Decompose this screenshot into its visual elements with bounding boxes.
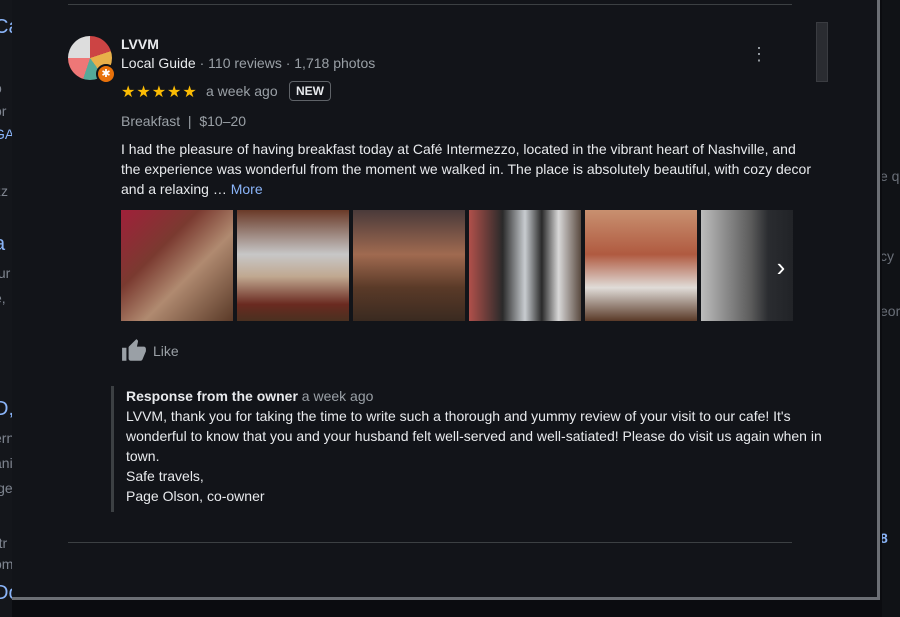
background-page-right: e q cy eor 8	[882, 0, 900, 617]
background-page-left: Ca o or GA zz a tur e, › D, ern ani ige …	[0, 0, 12, 617]
bg-fragment: tur	[0, 265, 11, 281]
author-name[interactable]: LVVM	[121, 36, 159, 52]
photo-carousel	[121, 210, 793, 321]
bg-fragment: or	[0, 103, 7, 119]
bg-fragment: ern	[0, 430, 12, 446]
scrollbar[interactable]	[816, 22, 828, 82]
response-time: a week ago	[297, 388, 374, 404]
author-stats: · 110 reviews · 1,718 photos	[195, 55, 376, 71]
more-options-icon[interactable]: ⋮	[750, 44, 768, 64]
review-photo[interactable]	[469, 210, 581, 321]
local-guide-badge-icon: ✱	[96, 64, 116, 84]
like-button[interactable]: Like	[121, 338, 179, 364]
bg-fragment: cy	[882, 248, 894, 264]
response-text: LVVM, thank you for taking the time to w…	[126, 408, 822, 504]
bg-fragment: eor	[882, 303, 900, 319]
divider	[68, 542, 792, 543]
like-label: Like	[153, 343, 179, 359]
bg-fragment: zz	[0, 183, 8, 199]
review-text: I had the pleasure of having breakfast t…	[121, 139, 811, 199]
review-body: I had the pleasure of having breakfast t…	[121, 141, 811, 197]
review-photo[interactable]	[585, 210, 697, 321]
bg-fragment: e,	[0, 290, 6, 306]
divider	[68, 4, 792, 5]
owner-response: Response from the owner a week ago LVVM,…	[111, 386, 826, 512]
review-time: a week ago	[206, 83, 278, 99]
bg-fragment: Ca	[0, 16, 12, 38]
bg-fragment: om	[0, 556, 12, 572]
author-meta: Local Guide · 110 reviews · 1,718 photos	[121, 55, 375, 71]
bg-fragment: GA	[0, 126, 12, 142]
bg-fragment: e q	[882, 168, 900, 184]
chevron-right-icon[interactable]: ›	[768, 250, 794, 284]
bg-fragment: Do	[0, 582, 12, 604]
bg-fragment: ani	[0, 455, 12, 471]
review-attributes: Breakfast | $10–20	[121, 113, 247, 129]
bg-fragment: a	[0, 233, 5, 256]
thumbs-up-icon	[122, 339, 146, 361]
review-photo[interactable]	[121, 210, 233, 321]
review-photo[interactable]	[237, 210, 349, 321]
response-title: Response from the owner	[126, 388, 298, 404]
review-photo[interactable]	[353, 210, 465, 321]
new-badge: NEW	[289, 81, 331, 101]
bg-fragment: o	[0, 80, 2, 96]
bg-fragment: D,	[0, 398, 12, 420]
bg-fragment: ige	[0, 480, 12, 496]
bg-fragment: 8	[882, 530, 888, 546]
response-header: Response from the owner a week ago	[126, 386, 826, 406]
review-dialog: ✱ LVVM Local Guide · 110 reviews · 1,718…	[12, 0, 880, 600]
author-level: Local Guide	[121, 55, 196, 71]
bg-fragment: rtr	[0, 535, 8, 551]
more-link[interactable]: More	[231, 181, 263, 197]
star-rating: ★★★★★	[121, 84, 198, 101]
